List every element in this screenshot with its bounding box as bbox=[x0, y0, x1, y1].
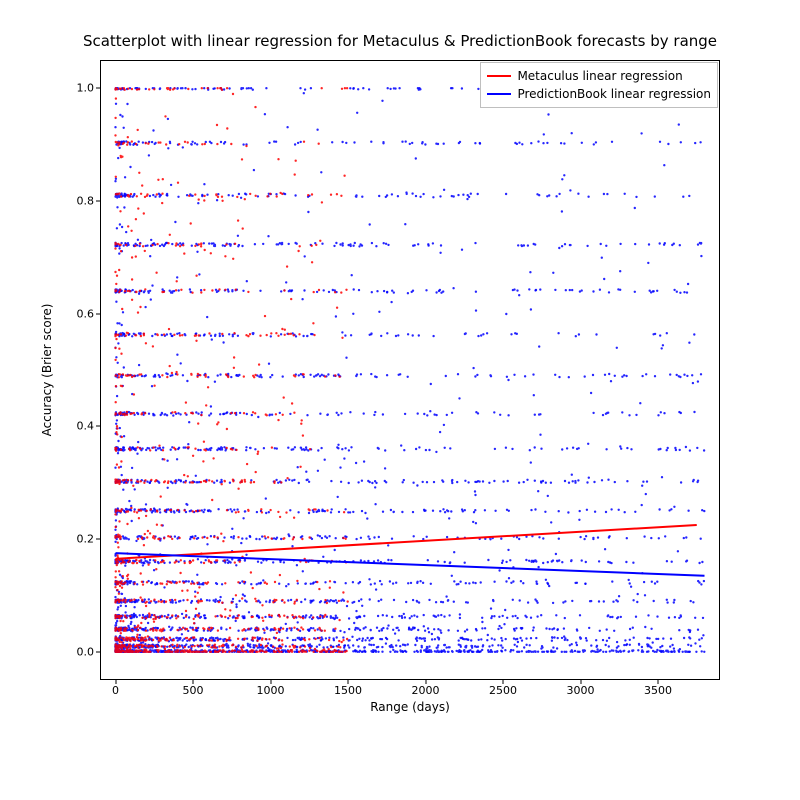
x-tick-label: 1500 bbox=[334, 684, 362, 697]
legend-label-metaculus: Metaculus linear regression bbox=[517, 69, 682, 83]
chart-svg bbox=[100, 60, 720, 680]
scatter-predictionbook bbox=[114, 87, 705, 653]
regression-line-metaculus bbox=[116, 525, 697, 559]
x-tick-label: 1000 bbox=[257, 684, 285, 697]
regression-line-predictionbook bbox=[116, 553, 705, 576]
y-tick-label: 1.0 bbox=[77, 82, 95, 95]
x-tick-label: 2500 bbox=[489, 684, 517, 697]
x-tick-label: 500 bbox=[183, 684, 204, 697]
figure: Scatterplot with linear regression for M… bbox=[0, 0, 800, 800]
x-axis-label: Range (days) bbox=[100, 700, 720, 714]
x-tick-label: 2000 bbox=[412, 684, 440, 697]
y-tick-label: 0.8 bbox=[77, 194, 95, 207]
legend-label-predictionbook: PredictionBook linear regression bbox=[517, 87, 711, 101]
y-tick-label: 0.0 bbox=[77, 645, 95, 658]
y-tick-label: 0.2 bbox=[77, 533, 95, 546]
legend: Metaculus linear regression PredictionBo… bbox=[480, 62, 718, 108]
chart-title: Scatterplot with linear regression for M… bbox=[0, 32, 800, 50]
y-axis-label: Accuracy (Brier score) bbox=[40, 60, 60, 680]
scatter-predictionbook bbox=[114, 87, 705, 653]
legend-swatch-metaculus bbox=[487, 75, 511, 77]
x-tick-label: 0 bbox=[112, 684, 119, 697]
x-tick-label: 3500 bbox=[644, 684, 672, 697]
y-tick-label: 0.4 bbox=[77, 420, 95, 433]
legend-entry-predictionbook: PredictionBook linear regression bbox=[487, 85, 711, 103]
legend-swatch-predictionbook bbox=[487, 93, 511, 95]
scatter-metaculus bbox=[114, 87, 349, 653]
y-tick-label: 0.6 bbox=[77, 307, 95, 320]
x-tick-label: 3000 bbox=[567, 684, 595, 697]
legend-entry-metaculus: Metaculus linear regression bbox=[487, 67, 711, 85]
